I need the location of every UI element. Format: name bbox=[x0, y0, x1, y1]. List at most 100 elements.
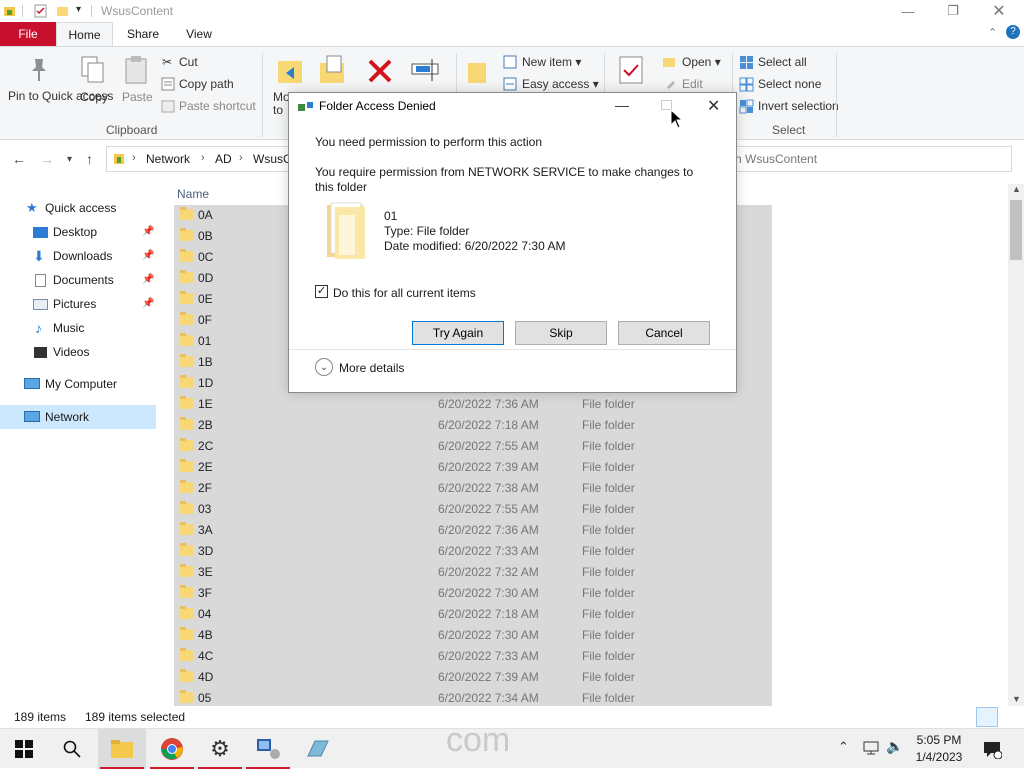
taskbar-chrome[interactable] bbox=[148, 729, 196, 769]
scrollbar-thumb[interactable] bbox=[1010, 200, 1022, 260]
scroll-down-icon[interactable]: ▼ bbox=[1012, 694, 1021, 704]
tab-home[interactable]: Home bbox=[56, 22, 113, 46]
select-none-button[interactable]: Select none bbox=[758, 77, 821, 91]
show-hidden-icons-icon[interactable]: ⌃ bbox=[838, 739, 849, 755]
clock-date[interactable]: 1/4/2023 bbox=[914, 750, 964, 764]
search-input[interactable]: ch WsusContent bbox=[729, 152, 817, 166]
copy-to-icon[interactable] bbox=[318, 55, 346, 87]
taskbar-network-app[interactable] bbox=[244, 729, 292, 769]
taskbar-app-5[interactable] bbox=[294, 729, 342, 769]
new-item-icon[interactable] bbox=[503, 55, 517, 69]
nav-item-network[interactable]: Network bbox=[0, 405, 156, 429]
help-icon[interactable]: ? bbox=[1006, 25, 1020, 39]
pin-to-quick-access-button[interactable]: Pin to Quick access bbox=[8, 90, 113, 103]
dialog-close-button[interactable]: ✕ bbox=[707, 96, 720, 116]
large-icons-view-icon[interactable] bbox=[1002, 707, 1020, 727]
paste-shortcut-icon[interactable] bbox=[161, 99, 175, 113]
select-none-icon[interactable] bbox=[739, 77, 754, 92]
breadcrumb-network[interactable]: Network bbox=[146, 152, 190, 166]
copy-button[interactable]: Copy bbox=[80, 90, 108, 104]
copy-path-button[interactable]: Copy path bbox=[179, 77, 234, 91]
skip-button[interactable]: Skip bbox=[515, 321, 607, 345]
edit-icon[interactable] bbox=[665, 77, 677, 89]
tab-view[interactable]: View bbox=[176, 22, 222, 46]
notifications-icon[interactable] bbox=[982, 739, 1002, 759]
maximize-button[interactable]: ❐ bbox=[930, 0, 976, 22]
nav-item-downloads[interactable]: ⬇ Downloads 📌 bbox=[0, 244, 156, 268]
select-all-icon[interactable] bbox=[739, 55, 754, 70]
start-button[interactable] bbox=[0, 729, 48, 769]
nav-item-desktop[interactable]: Desktop 📌 bbox=[0, 220, 156, 244]
invert-selection-icon[interactable] bbox=[739, 99, 754, 114]
table-row[interactable]: 2B 6/20/2022 7:18 AM File folder bbox=[174, 415, 772, 436]
search-box[interactable]: ch WsusContent bbox=[729, 146, 1012, 172]
invert-selection-button[interactable]: Invert selection bbox=[758, 99, 839, 113]
table-row[interactable]: 4D 6/20/2022 7:39 AM File folder bbox=[174, 667, 772, 688]
new-folder-icon[interactable] bbox=[56, 4, 69, 18]
tab-share[interactable]: Share bbox=[118, 22, 168, 46]
cut-icon[interactable]: ✂ bbox=[162, 55, 172, 69]
nav-item-pictures[interactable]: Pictures 📌 bbox=[0, 292, 156, 316]
nav-item-quick-access[interactable]: ★ Quick access bbox=[0, 196, 156, 220]
expand-chevron-icon[interactable]: ⌄ bbox=[315, 358, 333, 376]
taskbar-file-explorer[interactable] bbox=[98, 729, 146, 769]
cut-button[interactable]: Cut bbox=[179, 55, 198, 69]
close-button[interactable]: ✕ bbox=[976, 0, 1022, 22]
search-button[interactable] bbox=[48, 729, 96, 769]
pin-icon[interactable] bbox=[28, 57, 50, 83]
easy-access-button[interactable]: Easy access ▾ bbox=[522, 77, 599, 91]
more-details-link[interactable]: More details bbox=[339, 361, 404, 375]
pin-icon[interactable]: 📌 bbox=[142, 220, 154, 244]
tab-file[interactable]: File bbox=[0, 22, 56, 46]
table-row[interactable]: 04 6/20/2022 7:18 AM File folder bbox=[174, 604, 772, 625]
select-all-button[interactable]: Select all bbox=[758, 55, 807, 69]
table-row[interactable]: 2F 6/20/2022 7:38 AM File folder bbox=[174, 478, 772, 499]
new-folder-ribbon-icon[interactable] bbox=[466, 57, 488, 85]
table-row[interactable]: 1E 6/20/2022 7:36 AM File folder bbox=[174, 394, 772, 415]
breadcrumb-wsuscontent[interactable]: WsusC bbox=[253, 152, 292, 166]
table-row[interactable]: 3F 6/20/2022 7:30 AM File folder bbox=[174, 583, 772, 604]
table-row[interactable]: 05 6/20/2022 7:34 AM File folder bbox=[174, 688, 772, 706]
customize-quick-access-icon[interactable]: ▾ bbox=[76, 4, 81, 15]
nav-item-my-computer[interactable]: My Computer bbox=[0, 372, 156, 396]
forward-arrow-icon[interactable]: → bbox=[40, 151, 54, 167]
network-tray-icon[interactable] bbox=[862, 740, 880, 756]
properties-icon[interactable] bbox=[34, 4, 47, 18]
pin-icon[interactable]: 📌 bbox=[142, 268, 154, 292]
edit-button[interactable]: Edit bbox=[682, 77, 703, 91]
scroll-up-icon[interactable]: ▲ bbox=[1012, 184, 1021, 194]
paste-shortcut-button[interactable]: Paste shortcut bbox=[179, 99, 256, 113]
collapse-ribbon-icon[interactable]: ⌃ bbox=[988, 26, 997, 39]
minimize-button[interactable]: — bbox=[885, 0, 931, 22]
volume-icon[interactable]: 🔈 bbox=[886, 738, 903, 755]
table-row[interactable]: 2C 6/20/2022 7:55 AM File folder bbox=[174, 436, 772, 457]
new-item-button[interactable]: New item ▾ bbox=[522, 55, 581, 69]
open-button[interactable]: Open ▾ bbox=[682, 55, 721, 69]
recent-locations-icon[interactable]: ▾ bbox=[67, 154, 72, 165]
taskbar-settings[interactable]: ⚙ bbox=[196, 729, 244, 769]
nav-item-documents[interactable]: Documents 📌 bbox=[0, 268, 156, 292]
table-row[interactable]: 2E 6/20/2022 7:39 AM File folder bbox=[174, 457, 772, 478]
pin-icon[interactable]: 📌 bbox=[142, 292, 154, 316]
vertical-scrollbar[interactable]: ▲ ▼ bbox=[1008, 184, 1024, 706]
up-arrow-icon[interactable]: ↑ bbox=[86, 151, 93, 167]
clock-time[interactable]: 5:05 PM bbox=[914, 733, 964, 747]
table-row[interactable]: 3A 6/20/2022 7:36 AM File folder bbox=[174, 520, 772, 541]
rename-icon[interactable] bbox=[410, 55, 440, 85]
pin-icon[interactable]: 📌 bbox=[142, 244, 154, 268]
nav-item-videos[interactable]: Videos bbox=[0, 340, 156, 364]
do-for-all-checkbox[interactable]: ✓ bbox=[315, 285, 328, 298]
table-row[interactable]: 4C 6/20/2022 7:33 AM File folder bbox=[174, 646, 772, 667]
do-for-all-label[interactable]: Do this for all current items bbox=[333, 286, 476, 300]
table-row[interactable]: 3D 6/20/2022 7:33 AM File folder bbox=[174, 541, 772, 562]
dialog-minimize-button[interactable]: — bbox=[615, 97, 629, 113]
paste-button[interactable]: Paste bbox=[122, 90, 153, 104]
try-again-button[interactable]: Try Again bbox=[412, 321, 504, 345]
easy-access-icon[interactable] bbox=[503, 77, 517, 91]
delete-icon[interactable] bbox=[366, 57, 394, 85]
back-arrow-icon[interactable]: ← bbox=[12, 151, 26, 167]
open-icon[interactable] bbox=[662, 55, 676, 69]
column-header-name[interactable]: Name bbox=[177, 187, 209, 201]
table-row[interactable]: 3E 6/20/2022 7:32 AM File folder bbox=[174, 562, 772, 583]
paste-icon[interactable] bbox=[123, 55, 149, 85]
